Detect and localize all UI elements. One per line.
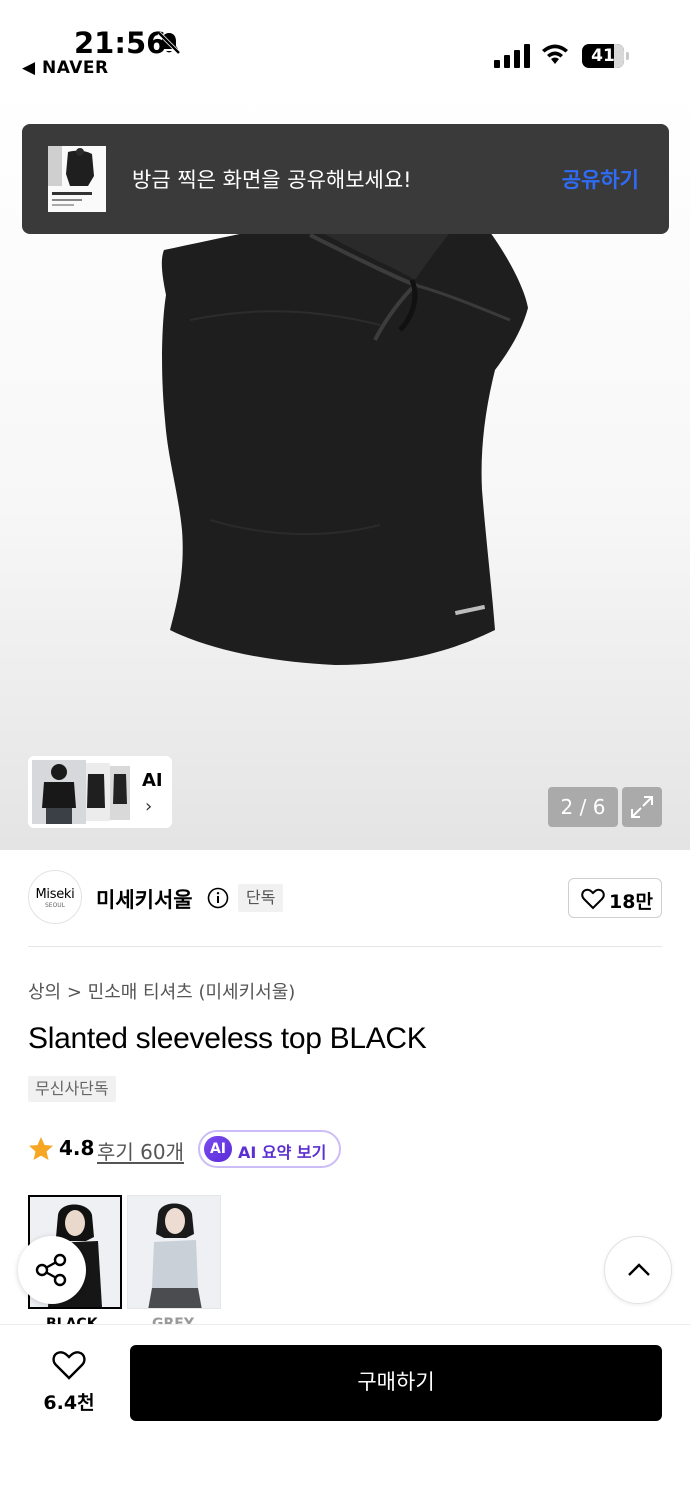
battery-level: 41 — [591, 46, 615, 66]
image-page-counter: 2 / 6 — [548, 787, 618, 827]
rating-score: 4.8 — [59, 1136, 95, 1160]
ai-styling-button[interactable]: AI › — [28, 756, 172, 828]
wifi-icon — [542, 44, 568, 64]
wishlist-count: 6.4천 — [43, 1392, 95, 1414]
star-icon — [29, 1137, 53, 1160]
color-option-grey[interactable] — [127, 1195, 221, 1309]
styling-thumbnails — [32, 760, 130, 824]
heart-icon — [581, 888, 605, 910]
category-breadcrumb[interactable]: 상의 > 민소매 티셔츠 (미세키서울) — [28, 978, 295, 1004]
toast-message: 방금 찍은 화면을 공유해보세요! — [132, 168, 412, 192]
ai-icon: AI — [204, 1136, 232, 1162]
buy-button[interactable]: 구매하기 — [130, 1345, 662, 1421]
chevron-right-icon: › — [145, 796, 153, 817]
back-to-naver[interactable]: ◀ NAVER — [22, 58, 109, 78]
ai-summary-label: AI 요약 보기 — [238, 1143, 327, 1162]
scroll-to-top-button[interactable] — [604, 1236, 672, 1304]
bell-slash-icon — [157, 31, 181, 55]
brand-like-button[interactable]: 18만 — [568, 878, 662, 918]
exclusive-badge: 무신사단독 — [28, 1076, 116, 1102]
chevron-up-icon — [628, 1263, 650, 1276]
signal-icon — [494, 44, 530, 68]
status-time: 21:56 — [74, 26, 167, 60]
brand-logo[interactable]: Miseki SEOUL — [28, 870, 82, 924]
expand-icon[interactable] — [622, 787, 662, 827]
ai-summary-button[interactable]: AI AI 요약 보기 — [198, 1130, 341, 1168]
info-icon[interactable] — [207, 887, 229, 909]
screenshot-thumbnail — [48, 146, 106, 212]
status-bar: 21:56 ◀ NAVER 41 — [0, 0, 690, 90]
divider — [28, 946, 662, 947]
brand-like-count: 18만 — [609, 891, 653, 913]
exclusive-tag: 단독 — [238, 884, 284, 912]
reviews-link[interactable]: 후기 60개 — [97, 1136, 184, 1165]
battery-icon: 41 — [582, 44, 630, 68]
ai-label: AI — [142, 770, 163, 791]
share-screenshot-toast: 방금 찍은 화면을 공유해보세요! 공유하기 — [22, 124, 669, 234]
brand-name[interactable]: 미세키서울 — [96, 884, 193, 914]
share-icon — [35, 1253, 67, 1287]
heart-icon — [52, 1351, 86, 1380]
product-title: Slanted sleeveless top BLACK — [28, 1022, 427, 1055]
product-image — [161, 220, 529, 665]
wishlist-button[interactable]: 6.4천 — [40, 1348, 98, 1418]
share-button[interactable] — [18, 1236, 86, 1304]
toast-share-button[interactable]: 공유하기 — [562, 164, 639, 194]
